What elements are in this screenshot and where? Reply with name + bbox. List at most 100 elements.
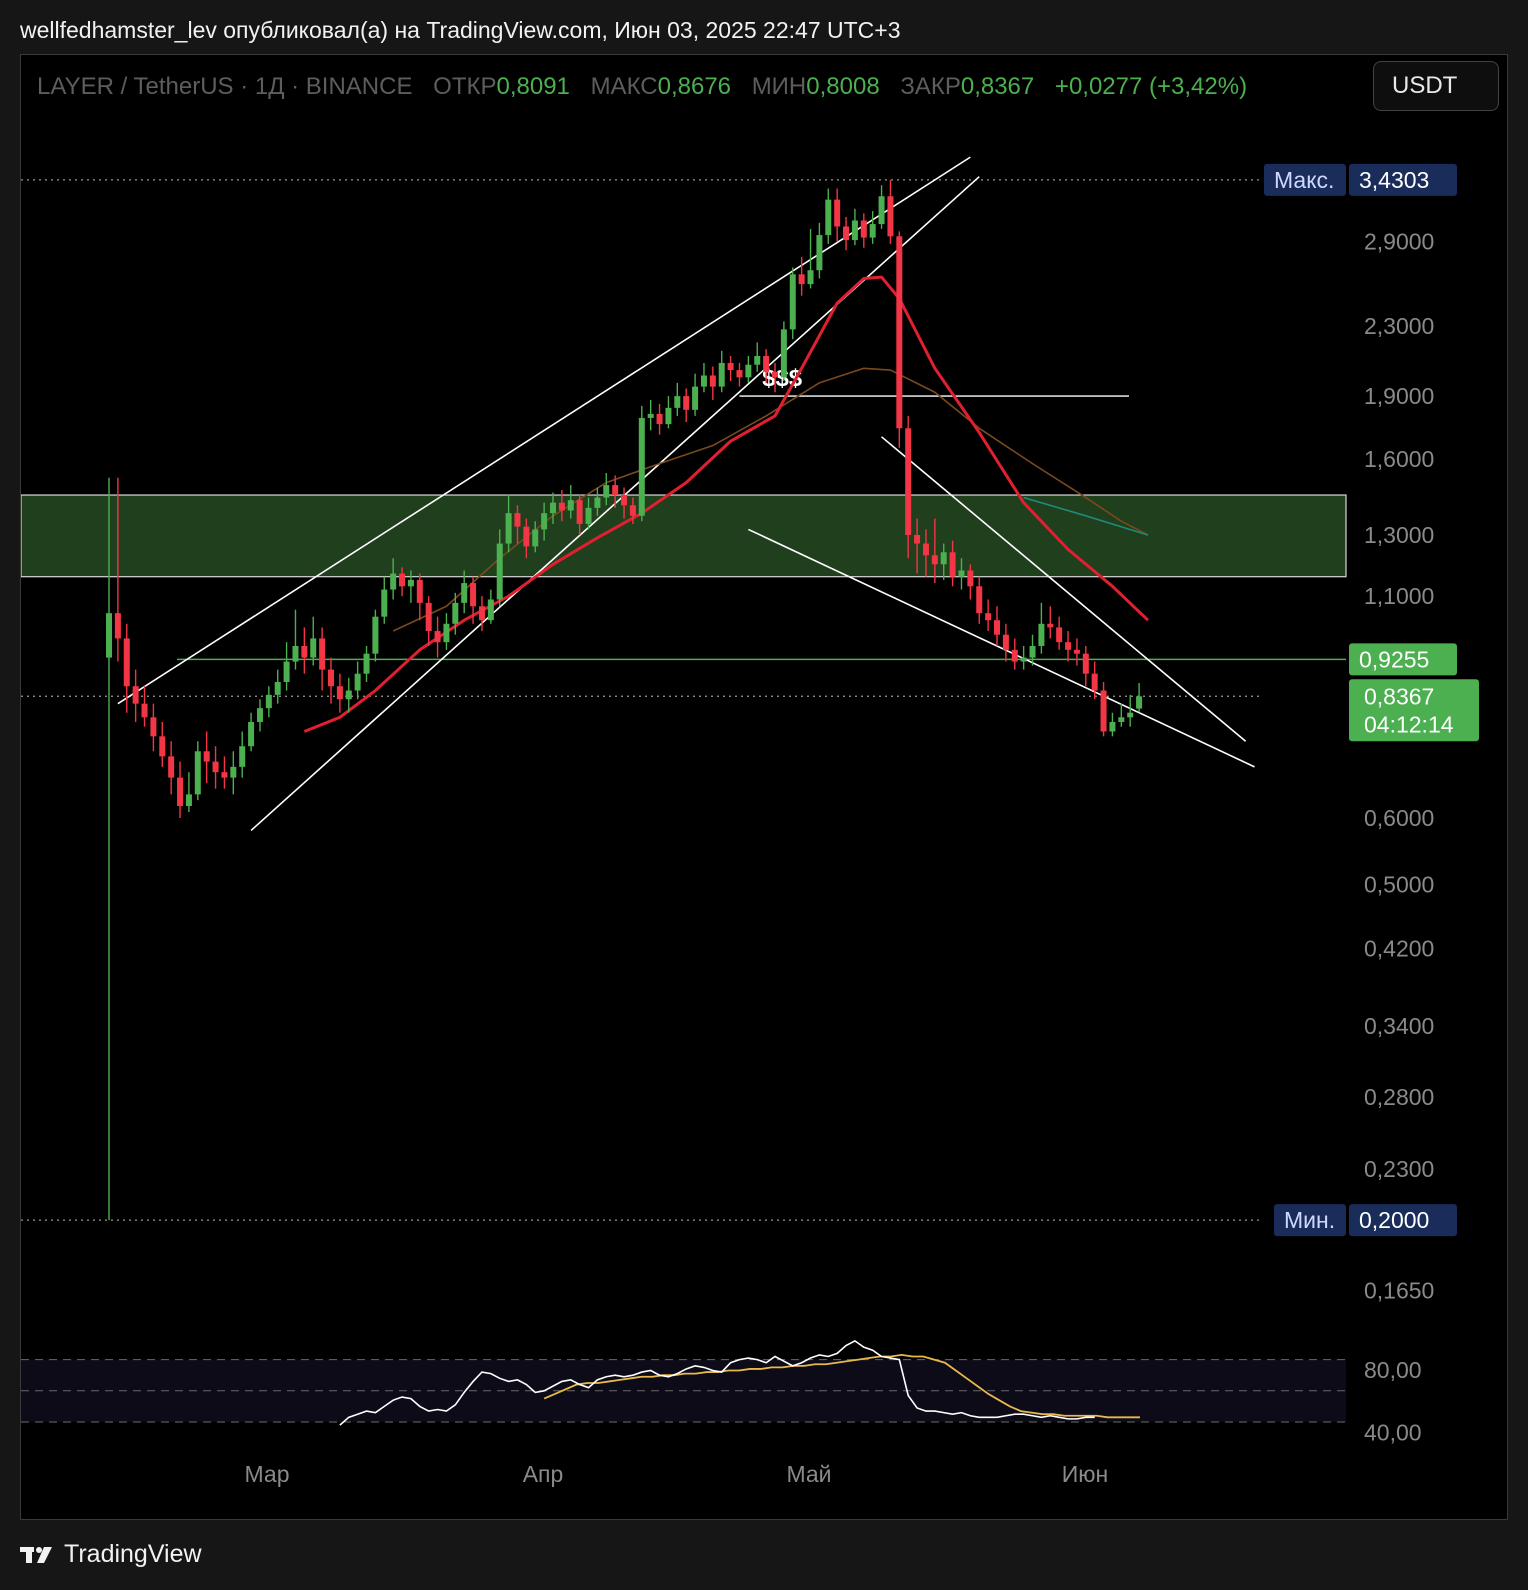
legend-high-value: 0,8676	[657, 73, 732, 100]
candle-body	[230, 766, 237, 778]
candle	[177, 761, 184, 818]
candle	[1020, 645, 1027, 670]
candle	[816, 222, 823, 279]
candle	[860, 213, 867, 248]
min-value-badge: 0,2000	[1349, 1204, 1457, 1237]
candle-body	[683, 396, 690, 410]
candle-body	[780, 329, 787, 378]
candle-body	[709, 375, 716, 387]
candle	[132, 669, 139, 722]
chart-frame[interactable]: $$$ 2,9000 2,3000 1,9000 1,6000 1,3000 1,1000…	[20, 54, 1508, 1520]
time-axis-layer: Мар Апр Май Июн	[244, 1461, 1108, 1487]
candle-body	[301, 645, 308, 658]
min-value-badge-text: 0,2000	[1359, 1207, 1429, 1233]
candle-body	[434, 631, 441, 643]
candle	[1065, 631, 1072, 662]
price-tick-label: 0,4200	[1364, 936, 1434, 962]
candle	[185, 772, 192, 812]
candle	[248, 712, 255, 752]
candle-body	[150, 717, 157, 737]
candle-body	[505, 513, 512, 544]
candle-body	[194, 751, 201, 795]
candle-body	[1065, 642, 1072, 650]
last-price-badge: 0,836704:12:14	[1349, 679, 1479, 742]
candle	[150, 703, 157, 752]
candle	[843, 216, 850, 251]
candle	[1002, 623, 1009, 662]
candle	[283, 642, 290, 691]
trendlines-layer	[117, 156, 1255, 832]
candle	[665, 396, 672, 429]
candle	[825, 188, 832, 244]
candle-body	[674, 396, 681, 408]
candle	[1100, 682, 1107, 737]
candle-body	[621, 495, 628, 506]
candle-body	[558, 502, 565, 511]
legend-low-label: МИН	[751, 73, 807, 100]
candle	[221, 756, 228, 789]
candle-body	[585, 507, 592, 524]
candle-body	[1038, 623, 1045, 646]
candle	[754, 342, 761, 372]
candle-body	[647, 413, 654, 418]
candle-body	[825, 199, 832, 236]
legend-low-value: 0,8008	[806, 73, 880, 100]
candle-body	[745, 364, 752, 378]
candle-body	[1047, 623, 1054, 628]
candle	[851, 208, 858, 246]
tradingview-brand: TradingView	[64, 1540, 202, 1568]
candle-body	[727, 362, 734, 371]
candle-body	[248, 721, 255, 747]
candle	[709, 366, 716, 400]
candle-body	[922, 543, 929, 556]
price-tick-label: 0,2800	[1364, 1084, 1434, 1110]
candle-body	[967, 570, 974, 587]
candle	[887, 179, 894, 244]
price-chart[interactable]: $$$ 2,9000 2,3000 1,9000 1,6000 1,3000 1,1000…	[21, 55, 1509, 1521]
candle-body	[292, 645, 299, 662]
candle-body	[372, 616, 379, 654]
candle	[994, 606, 1000, 646]
price-tick-label: 0,6000	[1364, 805, 1434, 831]
candle	[425, 596, 432, 646]
candle-body	[1002, 634, 1009, 650]
candle-body	[141, 703, 148, 718]
legend-symbol: LAYER / TetherUS · 1Д · BINANCE	[37, 73, 413, 100]
candle-body	[905, 428, 912, 535]
candle	[372, 609, 379, 662]
candle	[692, 373, 699, 416]
legend-close-value: 0,8367	[960, 73, 1035, 100]
candle	[159, 721, 166, 767]
candle-body	[603, 485, 610, 498]
price-tick-label: 1,3000	[1364, 522, 1434, 548]
candle	[834, 188, 841, 242]
candle	[647, 399, 654, 431]
candle	[363, 645, 370, 683]
price-tick-label: 1,1000	[1364, 583, 1434, 609]
candle-body	[177, 777, 184, 806]
candle	[896, 231, 903, 448]
max-label-badge: Макс.	[1264, 163, 1346, 196]
candle-body	[887, 196, 894, 237]
candle	[736, 362, 743, 387]
countdown-text: 04:12:14	[1364, 711, 1454, 737]
candle	[319, 627, 326, 691]
candle	[1082, 645, 1089, 687]
time-tick-label: Апр	[523, 1461, 564, 1487]
price-tick-label: 2,3000	[1364, 313, 1434, 339]
rsi-tick-label: 80,00	[1364, 1357, 1422, 1383]
candle-body	[976, 586, 983, 614]
tradingview-logo[interactable]: TradingView	[20, 1540, 202, 1569]
reference-lines-layer: $$$	[21, 179, 1346, 1221]
candle	[1127, 694, 1134, 727]
candle-body	[310, 638, 317, 658]
candle-body	[123, 638, 130, 687]
candle	[239, 731, 246, 778]
candle	[1056, 616, 1063, 650]
candle	[443, 613, 450, 650]
candle	[141, 686, 148, 727]
currency-button[interactable]: USDT	[1373, 61, 1499, 111]
candle	[354, 661, 361, 700]
candle-body	[203, 751, 210, 762]
legend-open-label: ОТКР	[433, 73, 497, 100]
